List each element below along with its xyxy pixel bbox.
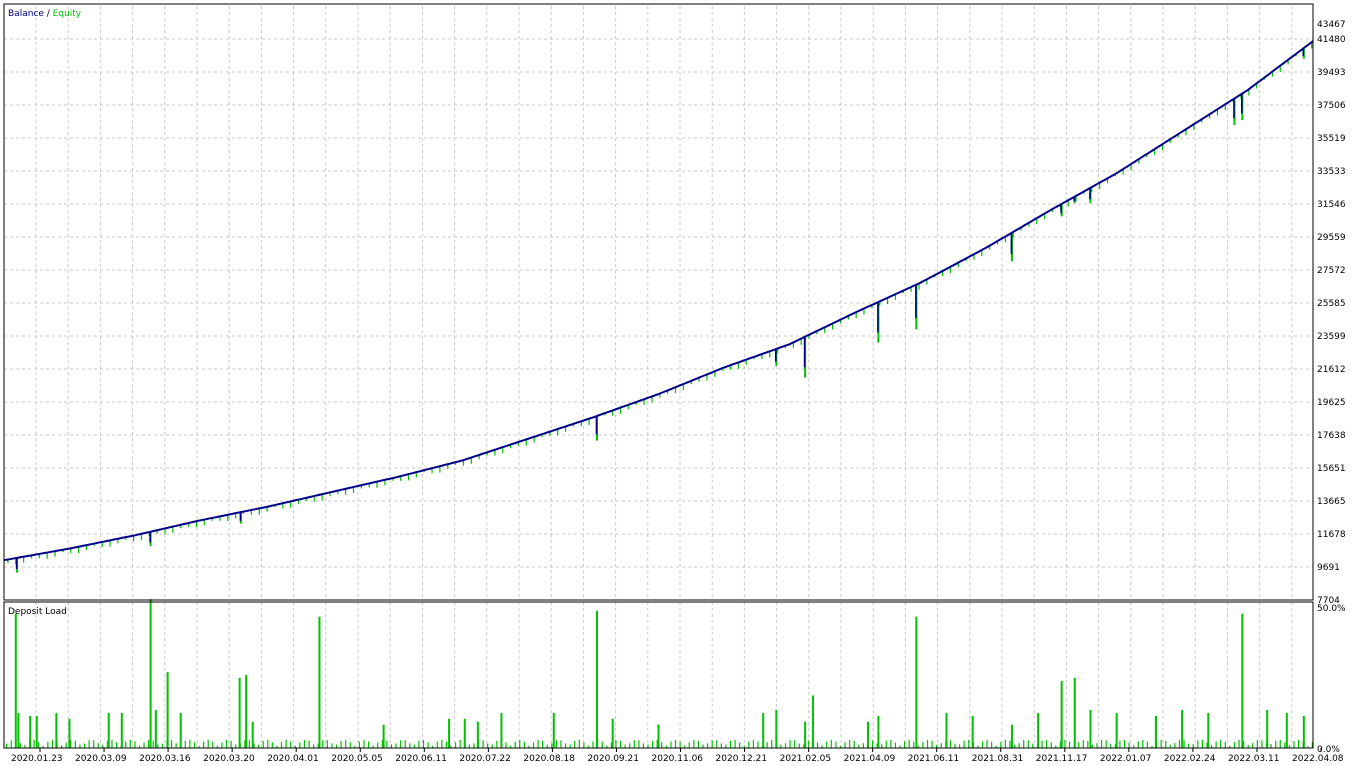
y-tick-label: 27572 — [1317, 266, 1346, 276]
x-tick-label: 2021.04.09 — [844, 754, 896, 764]
x-tick-label: 2020.11.06 — [652, 754, 704, 764]
x-tick-label: 2020.03.16 — [139, 754, 191, 764]
y-tick-label: 15651 — [1317, 464, 1346, 474]
x-tick-label: 2021.02.05 — [780, 754, 832, 764]
y-tick-label: 13665 — [1317, 497, 1346, 507]
y-tick-label: 37506 — [1317, 101, 1346, 111]
x-tick-label: 2022.01.07 — [1100, 754, 1152, 764]
x-tick-label: 2021.08.31 — [972, 754, 1024, 764]
legend-equity: Equity — [53, 9, 82, 19]
x-tick-label: 2020.08.18 — [523, 754, 575, 764]
sub-y-tick-label: 50.0% — [1317, 604, 1346, 614]
y-tick-label: 43467 — [1317, 20, 1346, 30]
x-tick-label: 2020.03.09 — [75, 754, 127, 764]
x-tick-label: 2020.12.21 — [716, 754, 768, 764]
y-tick-label: 39493 — [1317, 68, 1346, 78]
legend-balance: Balance — [8, 9, 44, 19]
legend-separator: / — [44, 9, 53, 19]
y-tick-label: 19625 — [1317, 398, 1346, 408]
y-tick-label: 17638 — [1317, 431, 1346, 441]
x-tick-label: 2021.11.17 — [1036, 754, 1088, 764]
y-tick-label: 41480 — [1317, 35, 1346, 45]
y-tick-label: 33533 — [1317, 167, 1346, 177]
x-tick-label: 2022.03.11 — [1228, 754, 1280, 764]
x-tick-label: 2022.04.08 — [1292, 754, 1344, 764]
subpanel-title: Deposit Load — [8, 607, 67, 617]
x-tick-label: 2020.09.21 — [587, 754, 639, 764]
y-tick-label: 9691 — [1317, 563, 1340, 573]
y-tick-label: 25585 — [1317, 299, 1346, 309]
y-tick-label: 23599 — [1317, 332, 1346, 342]
x-tick-label: 2020.07.22 — [459, 754, 511, 764]
y-tick-label: 29559 — [1317, 233, 1346, 243]
x-tick-label: 2020.06.11 — [395, 754, 447, 764]
chart-background — [0, 0, 1357, 766]
chart-canvas: 43467 41480 39493 37506 35519 33533 31546 29559… — [0, 0, 1357, 766]
x-tick-label: 2020.04.01 — [267, 754, 319, 764]
y-tick-label: 35519 — [1317, 134, 1346, 144]
y-tick-label: 11678 — [1317, 530, 1346, 540]
legend: Balance / Equity — [8, 9, 82, 19]
y-tick-label: 21612 — [1317, 365, 1346, 375]
x-tick-label: 2022.02.24 — [1164, 754, 1216, 764]
x-tick-label: 2020.03.20 — [203, 754, 255, 764]
y-tick-label: 31546 — [1317, 200, 1346, 210]
x-tick-label: 2021.06.11 — [908, 754, 960, 764]
x-tick-label: 2020.01.23 — [11, 754, 63, 764]
x-tick-label: 2020.05.05 — [331, 754, 383, 764]
